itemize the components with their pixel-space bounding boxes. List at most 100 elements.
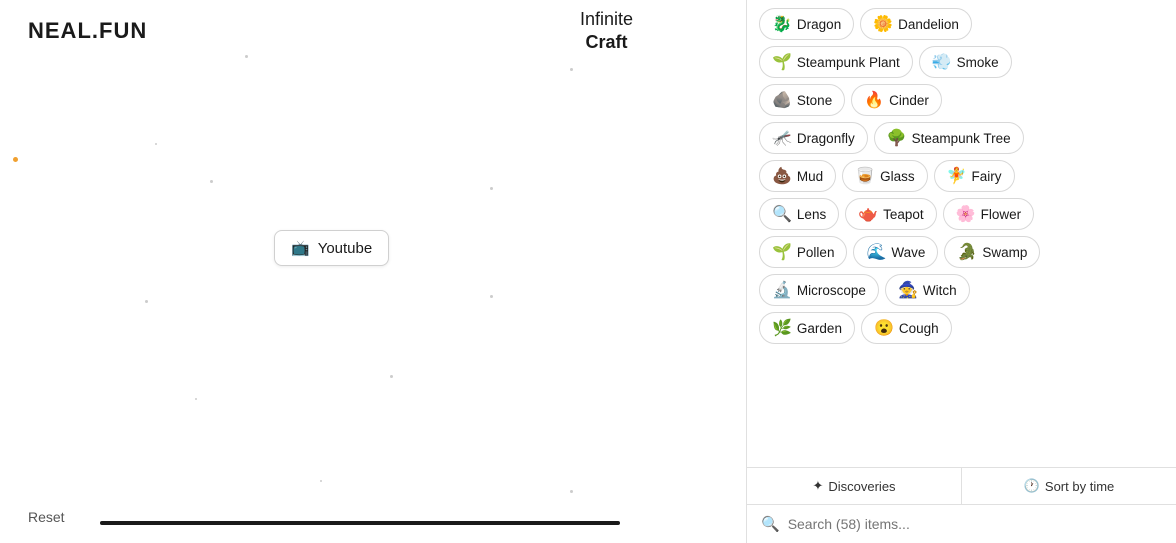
canvas-dot bbox=[390, 375, 393, 378]
item-emoji: 🐉 bbox=[772, 14, 792, 34]
item-emoji: 🧚 bbox=[947, 166, 967, 186]
items-row: 🦟Dragonfly 🌳 Steampunk Tree bbox=[759, 122, 1164, 154]
item-chip[interactable]: 🧙 Witch bbox=[885, 274, 970, 306]
item-emoji: 🌳 bbox=[887, 128, 907, 148]
item-chip[interactable]: 🫖 Teapot bbox=[845, 198, 936, 230]
item-emoji: 🫖 bbox=[858, 204, 878, 224]
sort-by-time-tab[interactable]: 🕐 Sort by time bbox=[962, 468, 1176, 504]
item-emoji: 💩 bbox=[772, 166, 792, 186]
canvas-dot bbox=[245, 55, 248, 58]
item-emoji: 🥃 bbox=[855, 166, 875, 186]
item-label: Smoke bbox=[957, 55, 999, 70]
item-label: Dandelion bbox=[898, 17, 959, 32]
items-row: 🪨 Stone 🔥 Cinder bbox=[759, 84, 1164, 116]
item-chip[interactable]: 🌱 Pollen bbox=[759, 236, 847, 268]
item-label: Dragonfly bbox=[797, 131, 855, 146]
sidebar: 🐉 Dragon 🌼 Dandelion 🌱 Steampunk Plant 💨 Smoke 🪨… bbox=[746, 0, 1176, 543]
reset-button[interactable]: Reset bbox=[28, 509, 65, 525]
canvas-item-emoji: 📺 bbox=[291, 239, 310, 257]
item-label: Dragon bbox=[797, 17, 841, 32]
item-chip[interactable]: 🐉 Dragon bbox=[759, 8, 854, 40]
item-label: Teapot bbox=[883, 207, 924, 222]
item-label: Steampunk Plant bbox=[797, 55, 900, 70]
footer-tabs: ✦ Discoveries 🕐 Sort by time bbox=[747, 468, 1176, 505]
item-label: Swamp bbox=[982, 245, 1027, 260]
item-label: Garden bbox=[797, 321, 842, 336]
sidebar-footer: ✦ Discoveries 🕐 Sort by time 🔍 bbox=[747, 467, 1176, 543]
item-emoji: 🧙 bbox=[898, 280, 918, 300]
canvas-dot bbox=[210, 180, 213, 183]
item-label: Cinder bbox=[889, 93, 929, 108]
items-row: 🌿 Garden 😮 Cough bbox=[759, 312, 1164, 344]
item-chip[interactable]: 🔍 Lens bbox=[759, 198, 839, 230]
item-emoji: 😮 bbox=[874, 318, 894, 338]
item-emoji: 🐊 bbox=[957, 242, 977, 262]
item-chip[interactable]: 🦟Dragonfly bbox=[759, 122, 868, 154]
item-label: Microscope bbox=[797, 283, 866, 298]
item-emoji: 🌼 bbox=[873, 14, 893, 34]
item-label: Glass bbox=[880, 169, 915, 184]
item-chip[interactable]: 🥃 Glass bbox=[842, 160, 927, 192]
item-emoji: 💨 bbox=[932, 52, 952, 72]
app-title: Infinite Craft bbox=[580, 8, 633, 55]
item-chip[interactable]: 🌿 Garden bbox=[759, 312, 855, 344]
item-chip[interactable]: 🌳 Steampunk Tree bbox=[874, 122, 1024, 154]
canvas-dot bbox=[490, 187, 493, 190]
sort-icon: 🕐 bbox=[1024, 478, 1040, 494]
item-label: Stone bbox=[797, 93, 832, 108]
discoveries-tab[interactable]: ✦ Discoveries bbox=[747, 468, 962, 504]
canvas-dot bbox=[13, 157, 18, 162]
search-bar: 🔍 bbox=[747, 505, 1176, 543]
item-emoji: 🪨 bbox=[772, 90, 792, 110]
sort-label: Sort by time bbox=[1045, 479, 1114, 494]
items-row: 💩 Mud 🥃 Glass 🧚 Fairy bbox=[759, 160, 1164, 192]
item-chip[interactable]: 😮 Cough bbox=[861, 312, 952, 344]
canvas-dot bbox=[490, 295, 493, 298]
canvas-dot bbox=[195, 398, 197, 400]
canvas-dot bbox=[570, 490, 573, 493]
item-chip[interactable]: 🌼 Dandelion bbox=[860, 8, 972, 40]
canvas-item-youtube[interactable]: 📺 Youtube bbox=[274, 230, 389, 266]
item-chip[interactable]: 🪨 Stone bbox=[759, 84, 845, 116]
items-row: 🐉 Dragon 🌼 Dandelion bbox=[759, 8, 1164, 40]
item-chip[interactable]: 🌸 Flower bbox=[943, 198, 1034, 230]
item-emoji: 🔍 bbox=[772, 204, 792, 224]
item-chip[interactable]: 🔬Microscope bbox=[759, 274, 879, 306]
items-row: 🔍 Lens 🫖 Teapot 🌸 Flower bbox=[759, 198, 1164, 230]
discoveries-icon: ✦ bbox=[812, 478, 823, 494]
items-row: 🔬Microscope 🧙 Witch bbox=[759, 274, 1164, 306]
item-chip[interactable]: 🌊Wave bbox=[853, 236, 938, 268]
discoveries-label: Discoveries bbox=[828, 479, 895, 494]
items-row: 🌱 Pollen 🌊Wave 🐊 Swamp bbox=[759, 236, 1164, 268]
canvas-item-label: Youtube bbox=[318, 240, 373, 257]
item-label: Steampunk Tree bbox=[912, 131, 1011, 146]
item-label: Wave bbox=[891, 245, 925, 260]
canvas-dot bbox=[570, 68, 573, 71]
item-label: Lens bbox=[797, 207, 826, 222]
canvas-area[interactable]: NEAL.FUN Infinite Craft 📺 Youtube Reset bbox=[0, 0, 746, 543]
item-label: Witch bbox=[923, 283, 957, 298]
item-label: Cough bbox=[899, 321, 939, 336]
item-label: Pollen bbox=[797, 245, 835, 260]
item-label: Fairy bbox=[972, 169, 1002, 184]
items-list[interactable]: 🐉 Dragon 🌼 Dandelion 🌱 Steampunk Plant 💨 Smoke 🪨… bbox=[747, 0, 1176, 467]
item-chip[interactable]: 🐊 Swamp bbox=[944, 236, 1040, 268]
item-emoji: 🌿 bbox=[772, 318, 792, 338]
canvas-dot bbox=[155, 143, 157, 145]
search-input[interactable] bbox=[788, 516, 1162, 532]
item-emoji: 🌸 bbox=[956, 204, 976, 224]
item-chip[interactable]: 💩 Mud bbox=[759, 160, 836, 192]
item-chip[interactable]: 🔥 Cinder bbox=[851, 84, 942, 116]
item-label: Mud bbox=[797, 169, 823, 184]
scroll-indicator bbox=[100, 521, 620, 525]
item-chip[interactable]: 🌱 Steampunk Plant bbox=[759, 46, 913, 78]
item-label: Flower bbox=[981, 207, 1022, 222]
canvas-dot bbox=[145, 300, 148, 303]
item-emoji: 🔥 bbox=[864, 90, 884, 110]
canvas-dot bbox=[320, 480, 322, 482]
item-chip[interactable]: 🧚 Fairy bbox=[934, 160, 1015, 192]
search-icon: 🔍 bbox=[761, 515, 780, 533]
item-chip[interactable]: 💨 Smoke bbox=[919, 46, 1012, 78]
item-emoji: 🌱 bbox=[772, 242, 792, 262]
item-emoji: 🌱 bbox=[772, 52, 792, 72]
